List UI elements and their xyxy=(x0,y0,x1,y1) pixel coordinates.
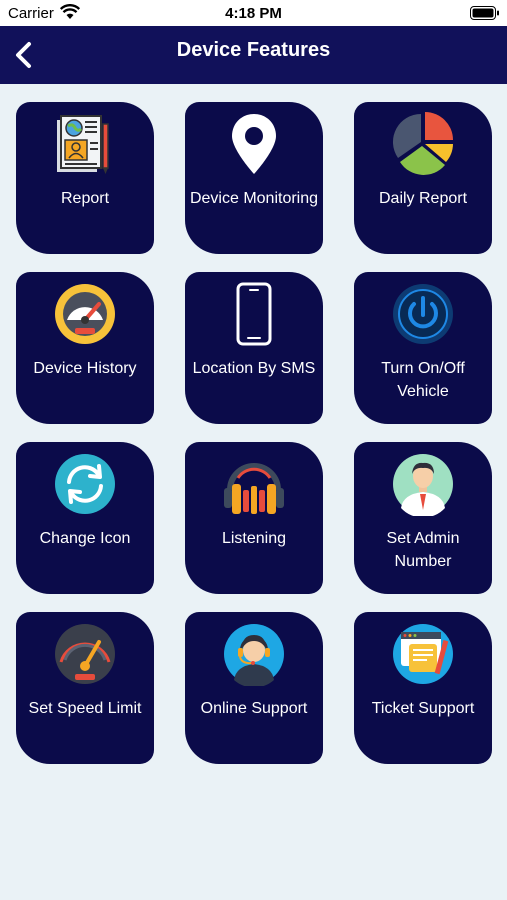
tile-label: Set Admin Number xyxy=(386,530,460,570)
tile-label: Location By SMS xyxy=(192,360,316,377)
tile-daily-report[interactable]: Daily Report xyxy=(354,102,492,254)
tile-label: Turn On/Off Vehicle xyxy=(381,360,465,400)
ticket-support-icon xyxy=(391,622,455,686)
pie-chart-icon xyxy=(391,112,455,176)
feature-grid: Report Device Monitoring Daily Report De… xyxy=(16,102,492,764)
tile-label: Device Monitoring xyxy=(189,190,319,207)
tile-label: Report xyxy=(60,190,110,207)
tile-label: Daily Report xyxy=(378,190,468,207)
page-title: Device Features xyxy=(176,39,331,61)
tile-label: Ticket Support xyxy=(371,700,475,717)
status-bar: Carrier 4:18 PM xyxy=(0,0,507,26)
speedometer-icon xyxy=(53,622,117,686)
smartphone-icon xyxy=(222,282,286,346)
tile-device-history[interactable]: Device History xyxy=(16,272,154,424)
power-icon xyxy=(391,282,455,346)
status-time: 4:18 PM xyxy=(225,5,282,22)
tile-turn-on-off-vehicle[interactable]: Turn On/Off Vehicle xyxy=(354,272,492,424)
tile-ticket-support[interactable]: Ticket Support xyxy=(354,612,492,764)
tile-report[interactable]: Report xyxy=(16,102,154,254)
tile-location-by-sms[interactable]: Location By SMS xyxy=(185,272,323,424)
report-icon xyxy=(53,112,117,176)
gauge-icon xyxy=(53,282,117,346)
tile-label: Change Icon xyxy=(39,530,131,547)
map-pin-icon xyxy=(222,112,286,176)
tile-device-monitoring[interactable]: Device Monitoring xyxy=(185,102,323,254)
tile-change-icon[interactable]: Change Icon xyxy=(16,442,154,594)
navigation-bar: Device Features xyxy=(0,26,507,84)
tile-label: Device History xyxy=(33,360,137,377)
tile-set-admin-number[interactable]: Set Admin Number xyxy=(354,442,492,594)
tile-label: Set Speed Limit xyxy=(28,700,142,717)
admin-avatar-icon xyxy=(391,452,455,516)
refresh-icon xyxy=(53,452,117,516)
tile-online-support[interactable]: Online Support xyxy=(185,612,323,764)
tile-label: Listening xyxy=(221,530,287,547)
tile-set-speed-limit[interactable]: Set Speed Limit xyxy=(16,612,154,764)
support-agent-icon xyxy=(222,622,286,686)
battery-icon xyxy=(470,6,499,20)
tile-label: Online Support xyxy=(200,700,308,717)
headphones-icon xyxy=(222,452,286,516)
tile-listening[interactable]: Listening xyxy=(185,442,323,594)
